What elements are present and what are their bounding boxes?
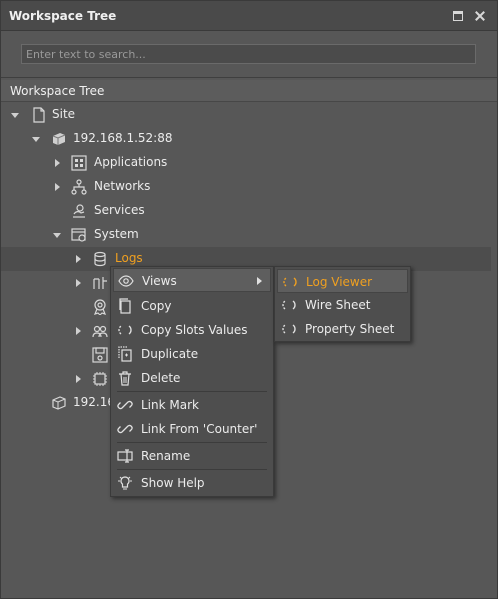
menu-item-log-viewer[interactable]: Log Viewer xyxy=(277,269,408,293)
tree-node-label: 192.168.1.52:88 xyxy=(73,131,173,145)
expand-arrow-icon[interactable] xyxy=(32,137,40,142)
loading-icon xyxy=(282,274,298,290)
search-input[interactable] xyxy=(21,44,476,64)
tree-node-label: Site xyxy=(52,107,76,121)
menu-item-label: Link Mark xyxy=(141,398,199,412)
services-icon xyxy=(71,203,87,219)
page-icon xyxy=(31,107,47,123)
menu-item-views[interactable]: Views xyxy=(113,268,271,292)
menu-separator xyxy=(117,442,267,443)
eye-icon xyxy=(118,273,134,289)
panel-title: Workspace Tree xyxy=(9,9,117,23)
menu-item-label: Show Help xyxy=(141,476,205,490)
copy-icon xyxy=(117,298,133,314)
loading-icon xyxy=(117,322,133,338)
expand-arrow-icon[interactable] xyxy=(76,255,81,263)
users-icon xyxy=(92,323,108,339)
menu-item-label: Copy Slots Values xyxy=(141,323,248,337)
menu-item-label: Log Viewer xyxy=(306,275,373,289)
tree-node-label: System xyxy=(94,227,139,241)
chip-icon xyxy=(92,371,108,387)
menu-item-link-mark[interactable]: Link Mark xyxy=(113,393,271,417)
menu-item-delete[interactable]: Delete xyxy=(113,366,271,390)
context-menu: Views Copy Copy Slots Values Duplicate D… xyxy=(110,266,274,497)
save-icon xyxy=(92,347,108,363)
tree-node-device[interactable]: 192.168.1.52:88 xyxy=(1,127,491,151)
database-icon xyxy=(92,251,108,267)
badge-icon xyxy=(92,299,108,315)
menu-item-rename[interactable]: Rename xyxy=(113,444,271,468)
rename-icon xyxy=(117,448,133,464)
tree-header: Workspace Tree xyxy=(1,80,497,102)
link-icon xyxy=(117,397,133,413)
tree-node-label: Applications xyxy=(94,155,168,169)
tree-node-applications[interactable]: Applications xyxy=(1,151,491,175)
duplicate-icon xyxy=(117,346,133,362)
loading-icon xyxy=(281,297,297,313)
views-submenu: Log Viewer Wire Sheet Property Sheet xyxy=(274,266,411,342)
function-icon xyxy=(92,275,108,291)
submenu-arrow-icon xyxy=(257,277,262,285)
menu-item-label: Copy xyxy=(141,299,172,313)
expand-arrow-icon[interactable] xyxy=(76,327,81,335)
tree-node-system[interactable]: System xyxy=(1,223,491,247)
system-icon xyxy=(71,227,87,243)
menu-item-show-help[interactable]: Show Help xyxy=(113,471,271,495)
menu-item-label: Wire Sheet xyxy=(305,298,371,312)
expand-arrow-icon[interactable] xyxy=(76,279,81,287)
tree-node-label: Services xyxy=(94,203,145,217)
menu-item-link-from[interactable]: Link From 'Counter' xyxy=(113,417,271,441)
menu-item-copy-slots-values[interactable]: Copy Slots Values xyxy=(113,318,271,342)
tree-node-services[interactable]: Services xyxy=(1,199,491,223)
trash-icon xyxy=(117,370,133,386)
tree-node-site[interactable]: Site xyxy=(1,103,491,127)
tree-node-label: Logs xyxy=(115,251,143,265)
tree-node-label: 192.16 xyxy=(73,395,115,409)
menu-item-label: Delete xyxy=(141,371,181,385)
tree-header-label: Workspace Tree xyxy=(10,84,105,98)
loading-icon xyxy=(281,321,297,337)
lightbulb-icon xyxy=(117,475,133,491)
menu-item-label: Property Sheet xyxy=(305,322,395,336)
device-icon xyxy=(51,131,67,147)
menu-separator xyxy=(117,469,267,470)
expand-arrow-icon[interactable] xyxy=(53,233,61,238)
menu-item-wire-sheet[interactable]: Wire Sheet xyxy=(277,293,408,317)
panel-titlebar: Workspace Tree xyxy=(1,1,497,31)
expand-arrow-icon[interactable] xyxy=(76,375,81,383)
applications-icon xyxy=(71,155,87,171)
menu-separator xyxy=(117,391,267,392)
network-icon xyxy=(71,179,87,195)
maximize-icon[interactable] xyxy=(453,11,463,21)
tree-node-label: Networks xyxy=(94,179,151,193)
close-icon[interactable] xyxy=(475,11,485,21)
device-icon xyxy=(51,395,67,411)
menu-item-label: Duplicate xyxy=(141,347,199,361)
menu-item-copy[interactable]: Copy xyxy=(113,294,271,318)
link-icon xyxy=(117,421,133,437)
menu-item-property-sheet[interactable]: Property Sheet xyxy=(277,317,408,341)
tree-node-networks[interactable]: Networks xyxy=(1,175,491,199)
search-bar xyxy=(1,32,497,78)
expand-arrow-icon[interactable] xyxy=(11,113,19,118)
expand-arrow-icon[interactable] xyxy=(55,159,60,167)
menu-item-label: Link From 'Counter' xyxy=(141,422,258,436)
menu-item-label: Views xyxy=(142,274,177,288)
menu-item-label: Rename xyxy=(141,449,191,463)
expand-arrow-icon[interactable] xyxy=(55,183,60,191)
menu-item-duplicate[interactable]: Duplicate xyxy=(113,342,271,366)
